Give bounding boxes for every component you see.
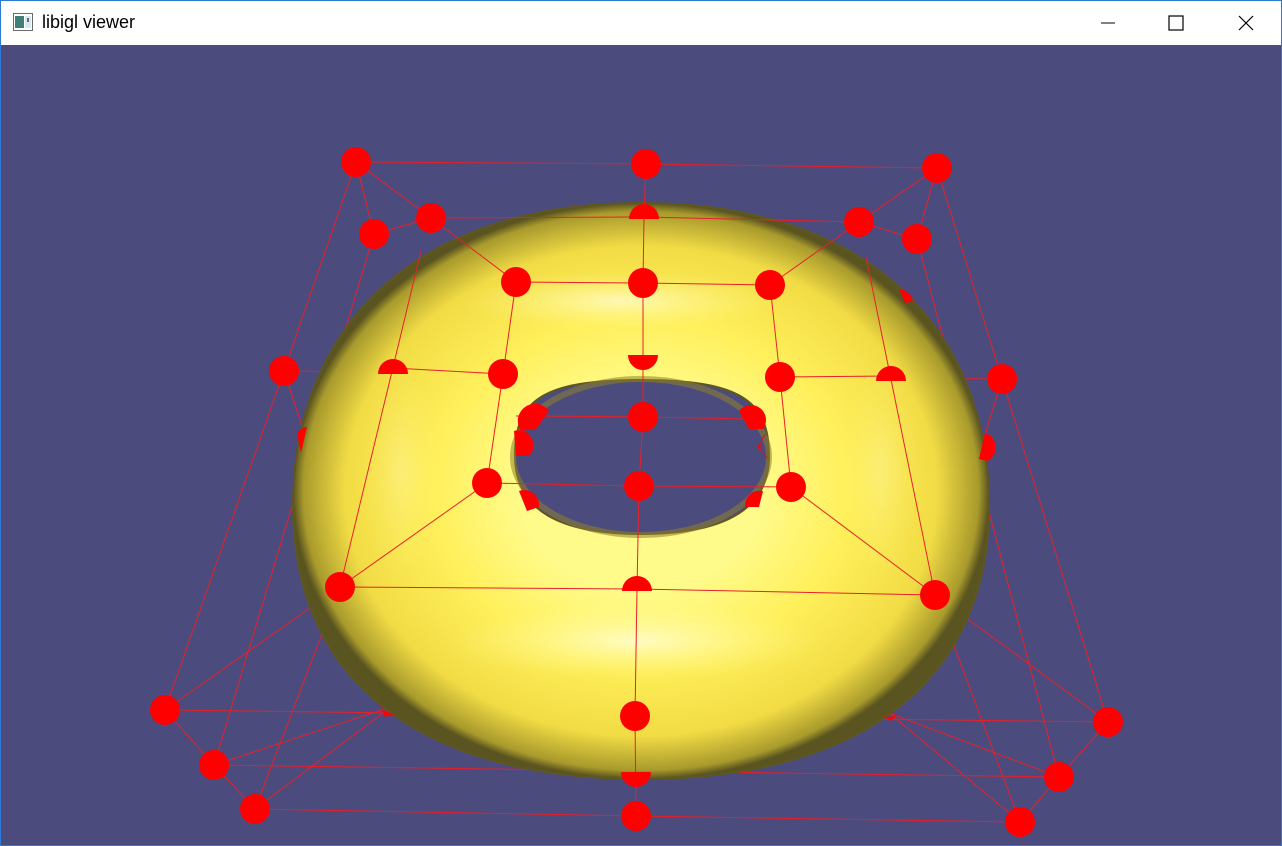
control-point[interactable]	[488, 359, 518, 389]
control-point[interactable]	[776, 472, 806, 502]
control-point[interactable]	[199, 750, 229, 780]
control-point[interactable]	[1044, 762, 1074, 792]
control-point[interactable]	[628, 268, 658, 298]
control-point[interactable]	[1005, 807, 1035, 837]
scene	[150, 147, 1123, 837]
maximize-button[interactable]	[1141, 1, 1211, 45]
control-point-partial[interactable]	[621, 772, 651, 787]
control-point[interactable]	[341, 147, 371, 177]
control-point[interactable]	[325, 572, 355, 602]
title-bar[interactable]: libigl viewer	[1, 1, 1281, 45]
control-point[interactable]	[269, 356, 299, 386]
minimize-button[interactable]	[1073, 1, 1143, 45]
control-point[interactable]	[150, 695, 180, 725]
control-point[interactable]	[920, 580, 950, 610]
app-window: libigl viewer	[0, 0, 1282, 846]
window-title: libigl viewer	[42, 12, 136, 32]
control-point-partial[interactable]	[514, 430, 534, 456]
control-point[interactable]	[240, 794, 270, 824]
control-point[interactable]	[902, 224, 932, 254]
control-point[interactable]	[501, 267, 531, 297]
close-button[interactable]	[1211, 1, 1281, 45]
close-icon	[1238, 15, 1254, 31]
viewer-canvas[interactable]	[1, 45, 1281, 845]
control-point[interactable]	[621, 801, 651, 831]
app-window-icon	[13, 13, 33, 31]
control-point[interactable]	[359, 219, 389, 249]
control-point[interactable]	[755, 270, 785, 300]
control-point[interactable]	[765, 362, 795, 392]
maximize-icon	[1168, 15, 1184, 31]
minimize-icon	[1101, 16, 1115, 30]
control-point[interactable]	[922, 153, 952, 183]
control-point[interactable]	[416, 203, 446, 233]
control-point[interactable]	[472, 468, 502, 498]
control-point[interactable]	[1093, 707, 1123, 737]
control-point[interactable]	[631, 149, 661, 179]
control-point[interactable]	[624, 471, 654, 501]
control-point[interactable]	[620, 701, 650, 731]
control-point[interactable]	[628, 402, 658, 432]
control-point[interactable]	[987, 364, 1017, 394]
control-point[interactable]	[844, 207, 874, 237]
